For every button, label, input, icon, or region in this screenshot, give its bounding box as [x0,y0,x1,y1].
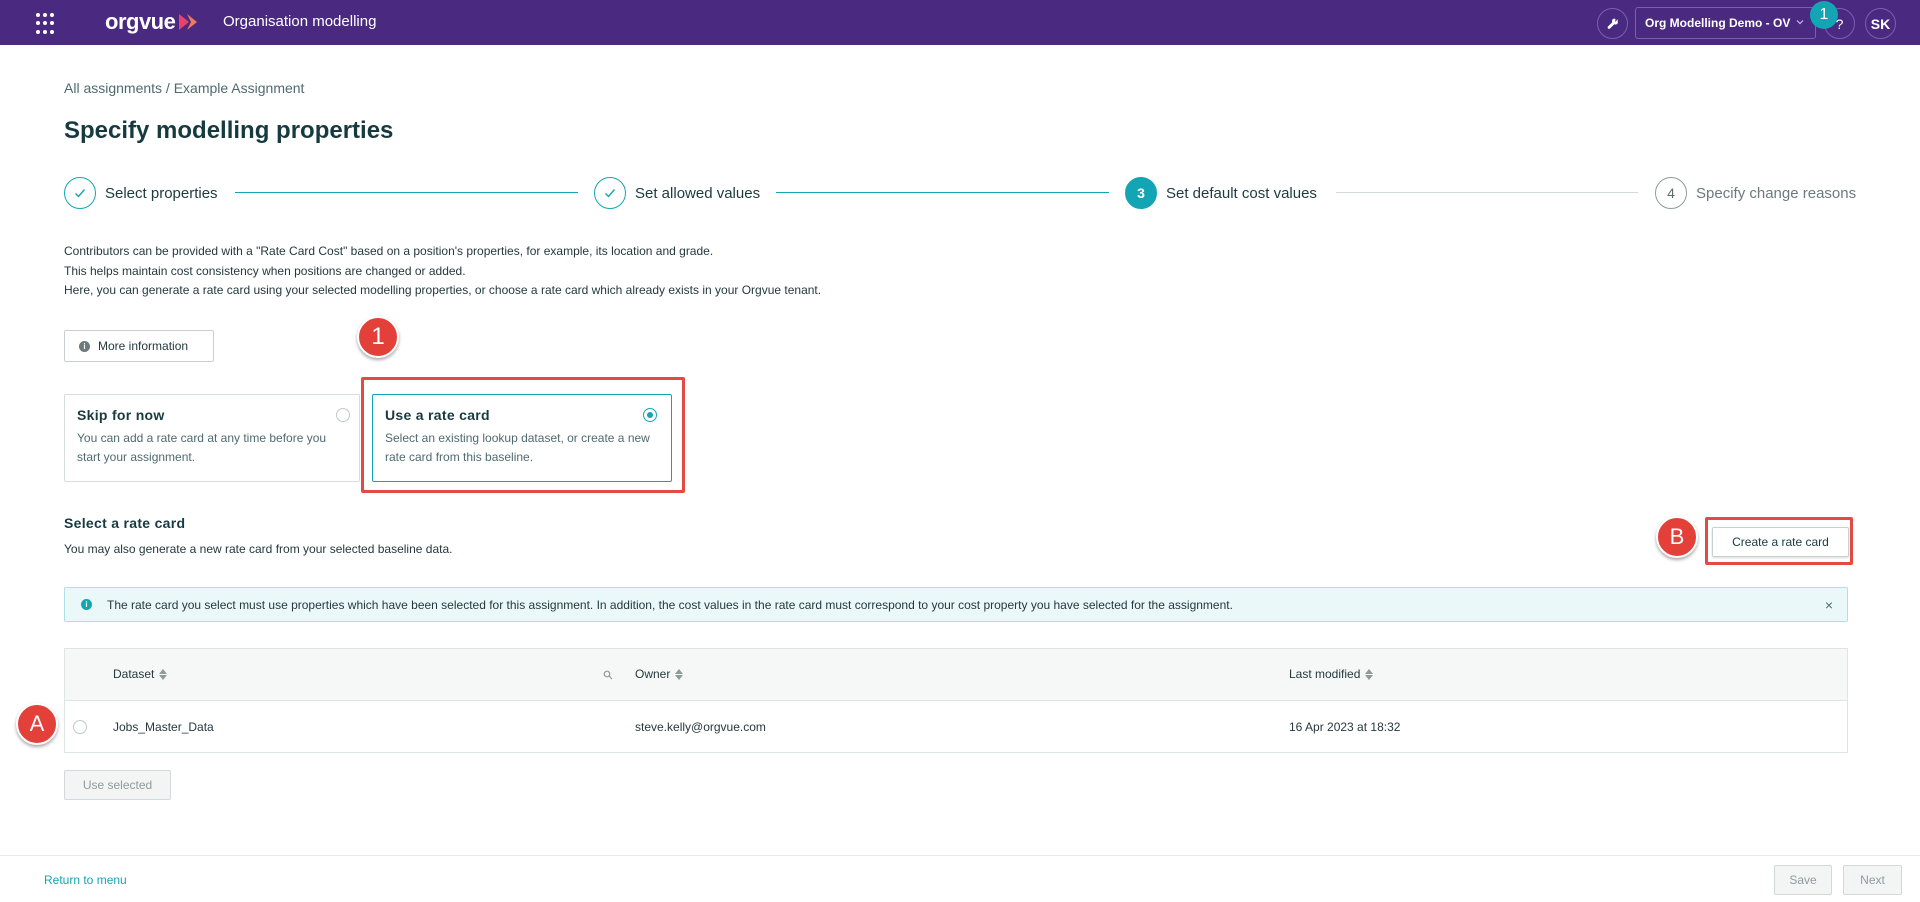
use-selected-button[interactable]: Use selected [64,770,171,800]
app-title: Organisation modelling [223,13,377,30]
stepper-connector [1336,192,1638,193]
step-label: Specify change reasons [1696,184,1857,202]
more-information-button[interactable]: i More information [64,330,214,362]
chevron-down-icon [1796,20,1804,25]
step-specify-change-reasons[interactable]: 4 Specify change reasons [1655,176,1856,210]
app-grid-icon[interactable] [36,13,58,35]
description-line: Contributors can be provided with a "Rat… [64,244,714,258]
orgvue-logo[interactable]: orgvue [105,9,199,35]
tenant-selector[interactable]: Org Modelling Demo - OV [1635,7,1816,39]
step-label: Set default cost values [1166,184,1317,202]
alert-text: The rate card you select must use proper… [107,597,1233,612]
section-subtitle: You may also generate a new rate card fr… [64,542,453,556]
annotation-marker-1: 1 [357,316,399,358]
step-label: Set allowed values [635,184,761,202]
row-select-radio[interactable] [73,720,87,734]
logo-text: orgvue [105,9,176,34]
step-number: 3 [1125,177,1157,209]
stepper-connector [235,192,578,193]
top-bar: orgvue Organisation modelling Org Modell… [0,0,1920,45]
return-to-menu-link[interactable]: Return to menu [44,873,127,887]
description: Contributors can be provided with a "Rat… [64,242,821,301]
settings-wrench-button[interactable] [1597,8,1628,39]
description-line: Here, you can generate a rate card using… [64,283,822,297]
step-select-properties[interactable]: Select properties [64,176,218,210]
table-row[interactable]: Jobs_Master_Data steve.kelly@orgvue.com … [65,701,1847,753]
step-set-default-cost-values[interactable]: 3 Set default cost values [1125,176,1317,210]
info-icon: i [81,599,92,610]
rate-card-table: Dataset Owner Last modified Jobs_Master_… [64,648,1848,753]
annotation-marker-b: B [1656,516,1698,558]
annotation-marker-notification: 1 [1810,1,1838,29]
breadcrumb-current: Example Assignment [173,80,305,96]
step-set-allowed-values[interactable]: Set allowed values [594,176,760,210]
annotation-marker-a: A [16,703,58,745]
info-alert: i The rate card you select must use prop… [64,587,1848,622]
cell-last-modified: 16 Apr 2023 at 18:32 [1289,720,1401,734]
user-avatar[interactable]: SK [1865,8,1896,39]
section-title: Select a rate card [64,515,186,531]
footer: Return to menu Save Next [0,855,1920,902]
option-skip-for-now[interactable]: Skip for now You can add a rate card at … [64,394,360,482]
breadcrumb: All assignments / Example Assignment [64,80,304,96]
description-line: This helps maintain cost consistency whe… [64,263,466,278]
next-button[interactable]: Next [1843,865,1902,895]
column-header-owner[interactable]: Owner [635,667,684,681]
column-label: Dataset [113,667,155,681]
breadcrumb-all-assignments[interactable]: All assignments [64,80,162,96]
option-title: Skip for now [77,407,165,423]
more-information-label: More information [98,339,189,353]
step-number: 4 [1655,177,1687,209]
highlight-box [1705,517,1853,565]
sort-icon [159,668,168,680]
column-label: Owner [635,667,671,681]
column-header-dataset[interactable]: Dataset [113,667,168,681]
check-icon [64,177,96,209]
info-icon: i [79,340,90,352]
option-description: You can add a rate card at any time befo… [77,431,327,464]
cell-owner: steve.kelly@orgvue.com [635,720,766,734]
skip-radio[interactable] [336,408,350,422]
breadcrumb-separator: / [162,80,174,96]
sort-icon [1365,668,1374,680]
check-icon [594,177,626,209]
sort-icon [675,668,684,680]
column-label: Last modified [1289,667,1361,681]
tenant-name: Org Modelling Demo - OV [1645,16,1791,30]
save-button[interactable]: Save [1774,865,1832,895]
table-header: Dataset Owner Last modified [65,649,1847,701]
cell-dataset: Jobs_Master_Data [113,720,214,734]
step-label: Select properties [105,184,218,202]
close-icon[interactable]: × [1825,597,1833,613]
search-icon[interactable] [603,667,613,685]
wrench-icon [1607,18,1618,29]
logo-mark-icon [179,14,198,30]
page-title: Specify modelling properties [64,117,394,144]
column-header-last-modified[interactable]: Last modified [1289,667,1374,681]
highlight-box [361,377,685,493]
stepper-connector [776,192,1109,193]
